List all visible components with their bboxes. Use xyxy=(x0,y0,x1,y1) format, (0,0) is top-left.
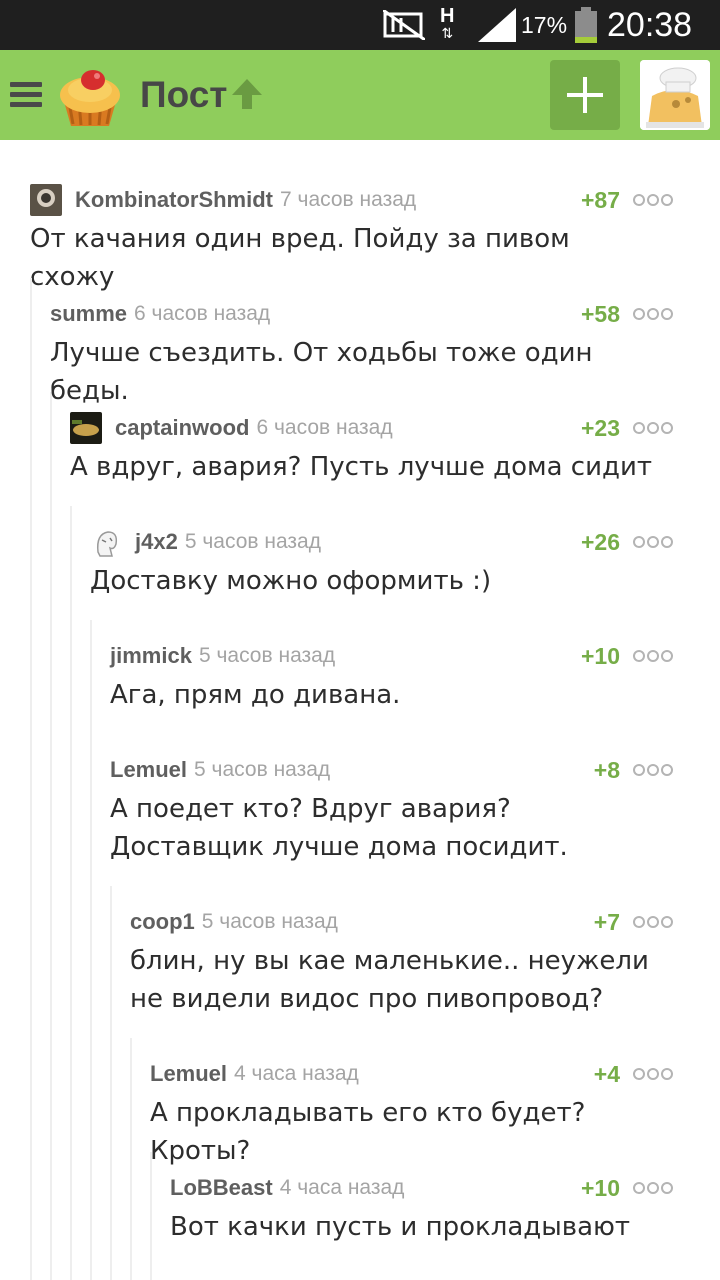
comment: KombinatorShmidt 7 часов назад +87 От ка… xyxy=(30,182,720,292)
comment-author[interactable]: jimmick xyxy=(110,643,192,669)
comment-meta: Lemuel 5 часов назад xyxy=(110,752,330,788)
comment-author[interactable]: summe xyxy=(50,301,127,327)
comment-rating: +23 xyxy=(580,415,620,441)
comment-time: 6 часов назад xyxy=(256,416,393,439)
signal-icon xyxy=(478,0,516,50)
comment: Lemuel 4 часа назад +4 А прокладывать ег… xyxy=(150,1056,720,1166)
more-options-icon[interactable] xyxy=(633,308,673,320)
battery-icon xyxy=(574,0,598,50)
comment-author[interactable]: j4x2 xyxy=(135,529,178,555)
more-options-icon[interactable] xyxy=(633,536,673,548)
comment-text: Вот качки пусть и прокладывают xyxy=(170,1212,631,1242)
more-options-icon[interactable] xyxy=(633,764,673,776)
comment-text: А прокладывать его кто будет? Кроты? xyxy=(150,1098,586,1166)
comment-time: 5 часов назад xyxy=(198,644,336,667)
comment-author[interactable]: LoBBeast xyxy=(170,1175,273,1201)
comment-author[interactable]: captainwood xyxy=(115,415,249,441)
comment-meta: KombinatorShmidt 7 часов назад xyxy=(30,182,416,218)
comment-rating: +26 xyxy=(580,529,620,555)
thread-line xyxy=(110,886,112,1280)
comment-rating: +7 xyxy=(593,909,620,935)
user-avatar[interactable] xyxy=(30,184,62,216)
more-options-icon[interactable] xyxy=(633,916,673,928)
comment-time: 5 часов назад xyxy=(201,910,338,933)
app-bar: Пост xyxy=(0,50,720,140)
comment-text: блин, ну вы кае маленькие.. неужели не в… xyxy=(130,946,649,1014)
comment-text: А вдруг, авария? Пусть лучше дома сидит xyxy=(70,452,653,482)
comment-rating: +4 xyxy=(593,1061,620,1087)
comment-meta: coop1 5 часов назад xyxy=(130,904,338,940)
clock: 20:38 xyxy=(607,5,693,44)
comment-author[interactable]: Lemuel xyxy=(110,757,187,783)
more-options-icon[interactable] xyxy=(633,422,673,434)
comment-rating: +8 xyxy=(593,757,620,783)
user-avatar[interactable] xyxy=(70,412,102,444)
mute-icon xyxy=(383,0,425,50)
comment-time: 4 часа назад xyxy=(234,1062,359,1085)
thread-line xyxy=(130,1038,132,1280)
comment-text: Ага, прям до дивана. xyxy=(110,680,401,710)
comment-time: 4 часа назад xyxy=(279,1176,405,1199)
status-bar: H ⇅ 17% 20:38 xyxy=(0,0,720,50)
user-avatar[interactable] xyxy=(90,526,122,558)
comment: LoBBeast 4 часа назад +10 Вот качки пуст… xyxy=(170,1170,720,1250)
comment-time: 5 часов назад xyxy=(184,530,321,553)
add-post-button[interactable] xyxy=(550,60,620,130)
thread-line xyxy=(70,506,72,1280)
thread-line xyxy=(150,1152,152,1280)
more-options-icon[interactable] xyxy=(633,650,673,662)
comment-author[interactable]: Lemuel xyxy=(150,1061,227,1087)
comment-time: 7 часов назад xyxy=(280,188,417,211)
comment-rating: +87 xyxy=(580,187,620,213)
comment-rating: +10 xyxy=(580,643,620,669)
thread-line xyxy=(90,620,92,1280)
more-options-icon[interactable] xyxy=(633,194,673,206)
page-title: Пост xyxy=(140,74,228,115)
battery-percent: 17% xyxy=(521,11,568,38)
comment: Lemuel 5 часов назад +8 А поедет кто? Вд… xyxy=(110,752,720,872)
comment-meta: summe 6 часов назад xyxy=(50,296,270,332)
comment-text: Доставку можно оформить :) xyxy=(90,566,492,596)
comment: captainwood 6 часов назад +23 А вдруг, а… xyxy=(70,410,720,490)
comment-author[interactable]: coop1 xyxy=(130,909,195,935)
comment: jimmick 5 часов назад +10 Ага, прям до д… xyxy=(110,638,720,718)
comment-time: 5 часов назад xyxy=(194,758,331,781)
comment-meta: jimmick 5 часов назад xyxy=(110,638,335,674)
profile-avatar[interactable] xyxy=(640,60,710,130)
comment-text: А поедет кто? Вдруг авария? Доставщик лу… xyxy=(110,794,568,862)
comment-meta: j4x2 5 часов назад xyxy=(90,524,321,560)
network-type-indicator: H ⇅ xyxy=(440,5,455,42)
comment-author[interactable]: KombinatorShmidt xyxy=(75,187,273,213)
comment-meta: Lemuel 4 часа назад xyxy=(150,1056,359,1092)
pikabu-logo[interactable] xyxy=(55,62,125,132)
arrow-up-icon[interactable] xyxy=(230,77,264,111)
comment-rating: +10 xyxy=(580,1175,620,1201)
comment-text: Лучше съездить. От ходьбы тоже один беды… xyxy=(50,338,593,406)
comment-meta: LoBBeast 4 часа назад xyxy=(170,1170,404,1206)
more-options-icon[interactable] xyxy=(633,1182,673,1194)
comment: coop1 5 часов назад +7 блин, ну вы кае м… xyxy=(130,904,720,1024)
comment-meta: captainwood 6 часов назад xyxy=(70,410,393,446)
comment-time: 6 часов назад xyxy=(134,302,271,325)
comment-rating: +58 xyxy=(580,301,620,327)
comment: summe 6 часов назад +58 Лучше съездить. … xyxy=(50,296,720,406)
thread-line xyxy=(50,392,52,1280)
more-options-icon[interactable] xyxy=(633,1068,673,1080)
comment: j4x2 5 часов назад +26 Доставку можно оф… xyxy=(90,524,720,604)
thread-line xyxy=(30,278,32,1280)
menu-icon[interactable] xyxy=(10,82,42,108)
comment-text: От качания один вред. Пойду за пивом схо… xyxy=(30,224,570,292)
